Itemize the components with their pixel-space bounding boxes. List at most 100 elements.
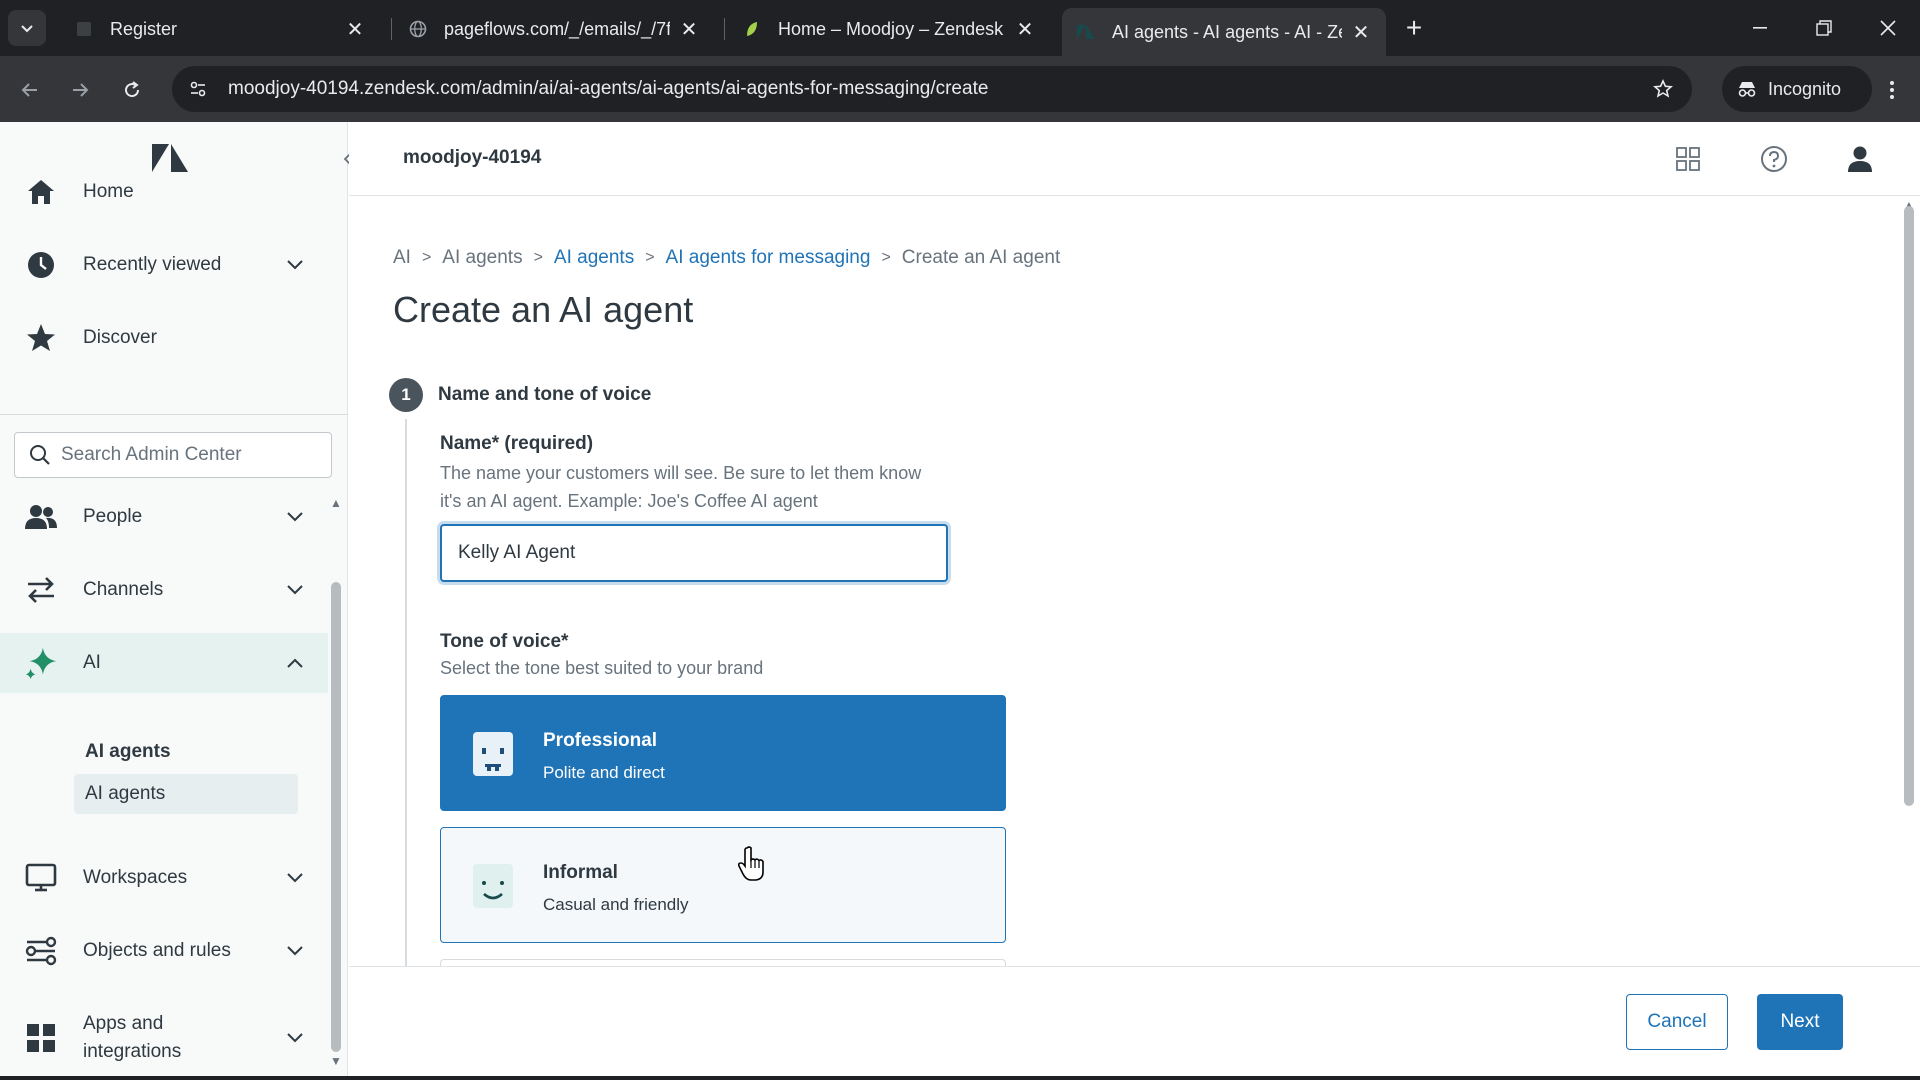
- sidebar-item-ai[interactable]: AI: [0, 633, 328, 693]
- breadcrumb-separator-icon: >: [533, 249, 543, 266]
- close-tab-icon[interactable]: ✕: [1014, 18, 1036, 41]
- cancel-button[interactable]: Cancel: [1626, 994, 1728, 1050]
- browser-toolbar: moodjoy-40194.zendesk.com/admin/ai/ai-ag…: [0, 56, 1920, 122]
- close-tab-icon[interactable]: ✕: [1350, 21, 1372, 44]
- breadcrumb-ai-agents-parent: AI agents: [442, 247, 523, 268]
- help-question-icon[interactable]: [1757, 142, 1791, 176]
- incognito-icon: [1736, 80, 1758, 98]
- page-favicon-icon: [74, 19, 94, 39]
- sidebar-item-channels[interactable]: Channels: [0, 560, 328, 620]
- page-scrollbar[interactable]: [1904, 206, 1914, 806]
- forward-arrow-icon[interactable]: [62, 72, 98, 108]
- sidebar-scroll-down-icon[interactable]: ▼: [328, 1054, 344, 1068]
- chevron-down-icon: [284, 867, 306, 889]
- label-line: Apps and: [83, 1013, 164, 1034]
- account-name: moodjoy-40194: [403, 147, 542, 168]
- sidebar-item-people[interactable]: People: [0, 487, 328, 547]
- restore-icon[interactable]: [1804, 10, 1844, 46]
- objects-rules-icon: [24, 934, 58, 968]
- sidebar-item-label: Channels: [83, 579, 164, 600]
- step-connector-line: [405, 419, 407, 1019]
- hand-pointer-cursor-icon: [738, 846, 764, 881]
- sidebar-subitem-ai-agents[interactable]: AI agents: [74, 774, 298, 814]
- chevron-up-icon: [284, 652, 306, 674]
- hint-line: The name your customers will see. Be sur…: [440, 463, 922, 483]
- back-arrow-icon[interactable]: [12, 72, 48, 108]
- admin-header: moodjoy-40194: [349, 122, 1920, 196]
- browser-tab-pageflows[interactable]: pageflows.com/_/emails/_/7fb5 ✕: [394, 8, 714, 50]
- agent-name-input[interactable]: [440, 524, 948, 582]
- sidebar-item-objects-and-rules[interactable]: Objects and rules: [0, 921, 328, 981]
- next-button[interactable]: Next: [1757, 994, 1843, 1050]
- sidebar-item-label: Recently viewed: [83, 254, 222, 275]
- breadcrumb-separator-icon: >: [645, 249, 655, 266]
- sidebar-item-label: Objects and rules: [83, 940, 231, 961]
- label-line: integrations: [83, 1041, 182, 1062]
- address-bar[interactable]: moodjoy-40194.zendesk.com/admin/ai/ai-ag…: [172, 66, 1692, 112]
- close-window-icon[interactable]: [1868, 10, 1908, 46]
- breadcrumb-ai-agents-link[interactable]: AI agents: [554, 247, 634, 269]
- tone-field-hint: Select the tone best suited to your bran…: [440, 658, 764, 678]
- name-field-hint: The name your customers will see. Be sur…: [440, 459, 970, 515]
- tab-title: pageflows.com/_/emails/_/7fb5: [444, 18, 670, 39]
- chevron-down-icon: [284, 254, 306, 276]
- sidebar-item-label: Apps and integrations: [83, 1010, 181, 1066]
- tone-field-label: Tone of voice*: [440, 631, 569, 652]
- close-tab-icon[interactable]: ✕: [344, 18, 366, 41]
- globe-icon: [408, 19, 428, 39]
- tone-option-name: Informal: [543, 862, 618, 883]
- step-title: Name and tone of voice: [438, 384, 652, 405]
- minimize-icon[interactable]: [1740, 10, 1780, 46]
- reload-icon[interactable]: [114, 72, 150, 108]
- tone-option-name: Professional: [543, 730, 658, 751]
- sidebar-item-recently-viewed[interactable]: Recently viewed: [0, 235, 328, 295]
- workspaces-icon: [24, 861, 58, 895]
- chevron-down-icon: [284, 506, 306, 528]
- incognito-indicator[interactable]: Incognito: [1722, 66, 1872, 112]
- zendesk-favicon-icon: [1076, 22, 1096, 42]
- tab-search-button[interactable]: [8, 10, 46, 46]
- browser-tab-zendesk-home[interactable]: Home – Moodjoy – Zendesk ✕: [728, 8, 1050, 50]
- tone-option-informal[interactable]: Informal Casual and friendly: [440, 827, 1006, 943]
- browser-tab-ai-agents[interactable]: AI agents - AI agents - AI - Zen ✕: [1062, 8, 1386, 56]
- sidebar-item-discover[interactable]: Discover: [0, 308, 328, 368]
- sidebar-scroll-up-icon[interactable]: ▲: [328, 496, 344, 510]
- site-settings-icon[interactable]: [180, 71, 216, 107]
- tab-title: AI agents - AI agents - AI - Zen: [1112, 21, 1342, 42]
- search-icon: [29, 444, 51, 466]
- bookmark-star-icon[interactable]: [1648, 74, 1678, 104]
- sidebar-subheading-ai-agents[interactable]: AI agents: [85, 741, 171, 763]
- sidebar-scrollbar[interactable]: [331, 582, 341, 1052]
- ai-sparkle-icon: [24, 646, 58, 680]
- sidebar-item-workspaces[interactable]: Workspaces: [0, 848, 328, 908]
- step-number-badge: 1: [389, 378, 423, 412]
- browser-tab-strip: Register ✕ pageflows.com/_/emails/_/7fb5…: [0, 0, 1920, 56]
- chevron-down-icon: [284, 579, 306, 601]
- search-admin-center-input[interactable]: [61, 444, 311, 466]
- page-title: Create an AI agent: [393, 289, 694, 330]
- sidebar-item-label: People: [83, 506, 143, 527]
- close-tab-icon[interactable]: ✕: [678, 18, 700, 41]
- apps-icon: [24, 1021, 58, 1055]
- hint-line: it's an AI agent. Example: Joe's Coffee …: [440, 491, 818, 511]
- browser-menu-icon[interactable]: [1876, 72, 1908, 108]
- sidebar-item-home[interactable]: Home: [0, 162, 328, 222]
- tab-divider: [724, 18, 725, 40]
- breadcrumb-current: Create an AI agent: [901, 247, 1061, 268]
- product-tray-grid-icon[interactable]: [1671, 142, 1705, 176]
- breadcrumb-ai-agents-for-messaging-link[interactable]: AI agents for messaging: [666, 247, 871, 269]
- chevron-down-icon: [284, 940, 306, 962]
- breadcrumb: AI > AI agents > AI agents > AI agents f…: [393, 247, 1060, 269]
- form-footer: Cancel Next: [349, 966, 1920, 1080]
- admin-search[interactable]: [14, 432, 332, 478]
- user-avatar-icon[interactable]: [1843, 142, 1877, 176]
- tone-option-professional[interactable]: Professional Polite and direct: [440, 695, 1006, 811]
- window-bottom-edge: [0, 1076, 1920, 1080]
- clock-icon: [24, 248, 58, 282]
- sidebar-item-apps-and-integrations[interactable]: Apps and integrations: [0, 1000, 328, 1076]
- sidebar-item-label: Home: [83, 181, 134, 202]
- browser-tab-register[interactable]: Register ✕: [60, 8, 380, 50]
- new-tab-plus-icon[interactable]: +: [1398, 12, 1430, 44]
- sidebar-item-label: Discover: [83, 327, 157, 348]
- tab-title: Home – Moodjoy – Zendesk: [778, 18, 1004, 39]
